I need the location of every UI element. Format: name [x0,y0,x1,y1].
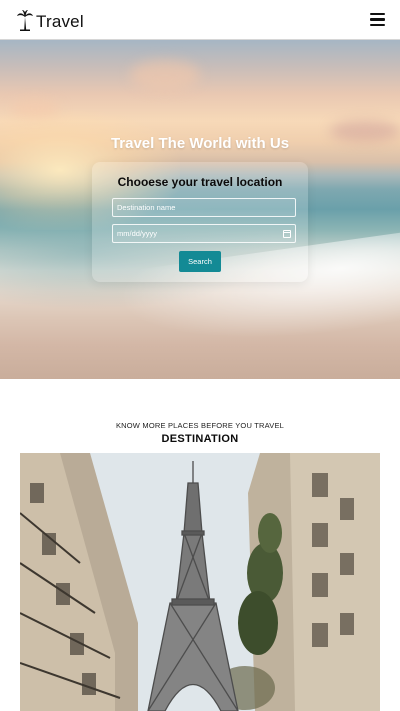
navbar: Travel [0,0,400,40]
destination-title: DESTINATION [161,433,239,445]
hamburger-menu-icon[interactable] [370,12,385,27]
calendar-icon[interactable] [283,229,291,238]
brand-logo[interactable]: Travel [16,8,84,32]
palm-tree-icon [17,9,33,31]
brand-name: Travel [36,11,84,31]
eiffel-tower-photo [20,453,380,711]
hero-section: Travel The World with Us Chooese your tr… [0,40,400,379]
hero-background-cloud [130,60,200,90]
destination-input[interactable]: Destination name [112,198,296,217]
hero-title: Travel The World with Us [110,135,290,152]
destination-placeholder: Destination name [117,203,176,212]
date-placeholder: mm/dd/yyyy [117,229,158,238]
search-form-title: Chooese your travel location [117,175,283,189]
search-button[interactable]: Search [179,251,221,272]
search-form: Chooese your travel location Destination… [92,162,308,282]
eiffel-tower-illustration [20,453,380,711]
hero-background-cloud [10,100,60,118]
date-input[interactable]: mm/dd/yyyy [112,224,296,243]
destination-kicker: KNOW MORE PLACES BEFORE YOU TRAVEL [115,421,285,430]
